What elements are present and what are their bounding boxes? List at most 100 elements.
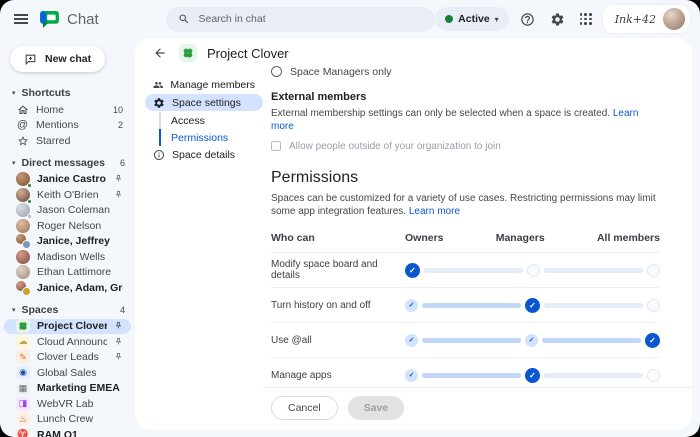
nav-space-details[interactable]: Space details	[145, 146, 263, 163]
slider-stop-managers[interactable]	[525, 298, 540, 313]
food-icon: ♨	[16, 412, 30, 426]
dm-item[interactable]: Janice Castro	[4, 172, 131, 188]
help-button[interactable]	[516, 8, 539, 31]
pin-icon	[114, 348, 123, 366]
slider-stop-managers[interactable]	[525, 368, 540, 383]
slider-stop-owners[interactable]	[405, 334, 418, 347]
space-item[interactable]: ✎ Clover Leads	[4, 350, 131, 366]
space-item[interactable]: ♈ RAM Q1	[4, 427, 131, 437]
save-button[interactable]: Save	[348, 396, 405, 420]
top-bar: Chat Search in chat Active ▾ Ink+42	[0, 0, 700, 38]
help-icon	[520, 12, 535, 27]
cloud-icon: ☁	[16, 335, 30, 349]
dm-item[interactable]: Madison Wells	[4, 249, 131, 265]
dm-item[interactable]: Jason Coleman	[4, 203, 131, 219]
permissions-description: Spaces can be customized for a variety o…	[271, 192, 660, 218]
section-count: 6	[120, 158, 125, 168]
dm-item[interactable]: Janice, Jeffrey	[4, 234, 131, 250]
collapse-icon: ▾	[12, 89, 16, 97]
app-name: Chat	[67, 11, 99, 28]
status-selector[interactable]: Active ▾	[435, 7, 509, 31]
external-members-heading: External members	[271, 91, 660, 103]
permissions-heading: Permissions	[271, 169, 660, 187]
group-avatar	[16, 281, 30, 295]
dm-item[interactable]: Ethan Lattimore	[4, 265, 131, 281]
clover-icon	[179, 44, 197, 62]
checkbox-icon[interactable]	[271, 141, 281, 151]
pin-icon	[114, 186, 123, 204]
sidebar-item-home[interactable]: Home 10	[4, 102, 131, 118]
new-chat-button[interactable]: New chat	[10, 46, 105, 72]
section-spaces[interactable]: ▾ Spaces 4	[0, 301, 135, 319]
globe-icon: ◉	[16, 366, 30, 380]
space-item[interactable]: ▦ Marketing EMEA	[4, 381, 131, 397]
col-managers: Managers	[496, 232, 545, 244]
nav-space-settings[interactable]: Space settings	[145, 94, 263, 111]
slider-stop-all-members[interactable]	[647, 369, 660, 382]
avatar	[16, 188, 30, 202]
slider-stop-all-members[interactable]	[647, 264, 660, 277]
slider-stop-owners[interactable]	[405, 263, 420, 278]
permission-row: Manage apps	[271, 358, 660, 387]
dm-item[interactable]: Janice, Adam, Gre…	[4, 280, 131, 296]
slider-stop-managers[interactable]	[525, 334, 538, 347]
slider-stop-owners[interactable]	[405, 369, 418, 382]
section-direct-messages[interactable]: ▾ Direct messages 6	[0, 154, 135, 172]
col-owners: Owners	[405, 232, 444, 244]
search-placeholder: Search in chat	[198, 13, 265, 25]
sidebar-item-mentions[interactable]: @ Mentions 2	[4, 118, 131, 134]
dm-item[interactable]: Keith O'Brien	[4, 187, 131, 203]
nav-access[interactable]: Access	[159, 112, 263, 129]
back-button[interactable]	[151, 44, 169, 62]
slider-stop-owners[interactable]	[405, 299, 418, 312]
gear-icon	[550, 12, 565, 27]
gear-icon	[153, 97, 165, 109]
google-apps-button[interactable]	[576, 9, 596, 29]
ram-icon: ♈	[16, 428, 30, 437]
space-item-project-clover[interactable]: Project Clover	[4, 319, 131, 335]
permission-slider	[405, 368, 660, 383]
learn-more-link[interactable]: Learn more	[409, 206, 460, 217]
nav-permissions[interactable]: Permissions	[159, 129, 263, 146]
account-pill[interactable]: Ink+42	[603, 5, 690, 33]
dm-item[interactable]: Roger Nelson	[4, 218, 131, 234]
section-shortcuts[interactable]: ▾ Shortcuts	[0, 84, 135, 102]
avatar	[16, 172, 30, 186]
space-item[interactable]: ◨ WebVR Lab	[4, 396, 131, 412]
slider-stop-all-members[interactable]	[647, 299, 660, 312]
user-avatar[interactable]	[663, 8, 685, 30]
dialog-footer: Cancel Save	[263, 387, 692, 430]
space-item[interactable]: ☁ Cloud Announceme…	[4, 334, 131, 350]
search-input[interactable]: Search in chat	[166, 7, 435, 32]
radio-icon[interactable]	[271, 66, 282, 77]
space-item[interactable]: ◉ Global Sales	[4, 365, 131, 381]
allow-external-checkbox-row: Allow people outside of your organizatio…	[271, 139, 660, 153]
space-managers-only-option[interactable]: Space Managers only	[271, 66, 660, 79]
avatar	[16, 250, 30, 264]
avatar	[16, 265, 30, 279]
back-arrow-icon	[153, 46, 167, 60]
home-icon	[16, 103, 29, 116]
main-menu-button[interactable]	[10, 10, 32, 28]
nav-manage-members[interactable]: Manage members	[145, 76, 263, 93]
presence-dot	[27, 199, 32, 204]
avatar	[16, 219, 30, 233]
collapse-icon: ▾	[12, 159, 16, 167]
chart-icon: ▦	[16, 381, 30, 395]
people-icon	[153, 79, 163, 91]
active-status-dot	[445, 15, 453, 23]
unread-count: 10	[113, 105, 123, 115]
settings-button[interactable]	[546, 8, 569, 31]
apps-grid-icon	[580, 13, 592, 25]
sidebar: New chat ▾ Shortcuts Home 10 @ Mentions …	[0, 38, 135, 437]
chevron-down-icon: ▾	[495, 15, 499, 24]
avatar	[16, 203, 30, 217]
sidebar-item-starred[interactable]: Starred	[4, 133, 131, 149]
slider-stop-managers[interactable]	[527, 264, 540, 277]
slider-stop-all-members[interactable]	[645, 333, 660, 348]
space-item[interactable]: ♨ Lunch Crew	[4, 412, 131, 428]
cancel-button[interactable]: Cancel	[271, 396, 338, 420]
mentions-icon: @	[16, 119, 29, 132]
section-count: 4	[120, 305, 125, 315]
external-members-description: External membership settings can only be…	[271, 107, 660, 133]
